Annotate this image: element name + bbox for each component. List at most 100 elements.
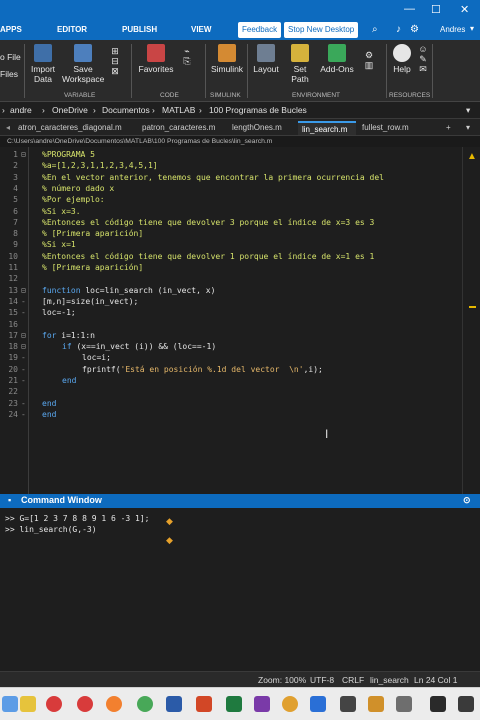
panel-options-icon[interactable]: ⊙ [463, 495, 471, 506]
app-icon[interactable] [430, 696, 446, 712]
user-menu[interactable]: Andres [440, 25, 465, 34]
chevron-down-icon[interactable]: ▾ [466, 105, 470, 116]
address-bar: › andre › OneDrive › Documentos › MATLAB… [0, 102, 480, 119]
command-window[interactable]: >> G=[1 2 3 7 8 8 9 1 6 -3 1]; >> lin_se… [0, 508, 480, 671]
excel-icon[interactable] [226, 696, 242, 712]
word-icon[interactable] [166, 696, 182, 712]
firefox-icon[interactable] [106, 696, 122, 712]
file-tab[interactable]: fullest_row.m [358, 121, 424, 135]
breakpoint-marker[interactable]: - [21, 365, 26, 374]
files-label: Files [0, 69, 18, 79]
fold-toggle-icon[interactable]: ⊟ [21, 286, 26, 295]
editor-scrollbar[interactable]: ▲ [462, 147, 480, 494]
breadcrumb-item[interactable]: OneDrive [52, 105, 88, 115]
search-icon[interactable]: ⌕ [372, 24, 378, 35]
chevron-down-icon[interactable]: ▾ [462, 121, 476, 135]
app-icon[interactable] [340, 696, 356, 712]
breakpoint-marker[interactable]: - [21, 297, 26, 306]
environment-options[interactable]: ⚙ ▥ [358, 50, 380, 70]
code-options[interactable]: ⌁ ⎘ [178, 46, 196, 66]
matlab-icon[interactable] [368, 696, 384, 712]
breakpoint-marker[interactable]: - [21, 410, 26, 419]
open-file-button[interactable]: o File [0, 52, 21, 62]
file-tab-active[interactable]: lin_search.m [298, 121, 356, 135]
file-explorer-icon[interactable] [20, 696, 36, 712]
file-tab[interactable]: patron_caracteres.m [138, 121, 226, 135]
opera-gx-icon[interactable] [77, 696, 93, 712]
help-button[interactable]: Help [390, 44, 414, 74]
divider [131, 44, 132, 98]
file-path: C:\Users\andre\OneDrive\Documentos\MATLA… [0, 136, 480, 147]
fold-toggle-icon[interactable]: ⊟ [21, 150, 26, 159]
powerpoint-icon[interactable] [196, 696, 212, 712]
matlab-window: APPS EDITOR PUBLISH VIEW Feedback Stop N… [0, 0, 480, 720]
save-workspace-button[interactable]: Save Workspace [62, 44, 104, 84]
editor-tabs: ◂ atron_caracteres_diagonal.m patron_car… [0, 119, 480, 136]
file-tab[interactable]: atron_caracteres_diagonal.m [14, 121, 136, 135]
resources-options[interactable]: ☺ ✎ ✉ [416, 44, 430, 74]
help-label: Help [393, 64, 411, 74]
new-tab-icon[interactable]: + [442, 121, 454, 135]
line-number: 4 [13, 183, 18, 193]
breakpoint-marker[interactable]: - [21, 308, 26, 317]
maximize-icon[interactable]: ☐ [431, 3, 441, 16]
minimize-icon[interactable]: — [404, 3, 415, 15]
tab-view[interactable]: VIEW [191, 25, 211, 34]
tab-apps[interactable]: APPS [0, 25, 22, 34]
messenger-icon[interactable] [310, 696, 326, 712]
close-icon[interactable]: ✕ [460, 3, 469, 16]
line-number: 17 [8, 330, 18, 340]
opera-icon[interactable] [46, 696, 62, 712]
windows-icon[interactable] [2, 696, 18, 712]
app-icon[interactable] [282, 696, 298, 712]
breadcrumb-item[interactable]: Documentos [102, 105, 150, 115]
feedback-button[interactable]: Feedback [238, 22, 282, 38]
breakpoint-marker[interactable]: - [21, 399, 26, 408]
chevron-down-icon[interactable]: ▾ [470, 24, 474, 33]
command-window-title: Command Window [21, 495, 102, 505]
simulink-label: Simulink [210, 64, 244, 74]
panel-icon: ▪ [8, 495, 12, 505]
tab-scroll-left[interactable]: ◂ [2, 121, 14, 135]
help-circle-icon[interactable]: ⚙ [410, 24, 419, 35]
tab-editor[interactable]: EDITOR [57, 25, 87, 34]
import-data-button[interactable]: Import Data [28, 44, 58, 84]
add-ons-button[interactable]: Add-Ons [320, 44, 354, 74]
breadcrumb-item[interactable]: 100 Programas de Bucles [209, 105, 307, 115]
line-number: 3 [13, 172, 18, 182]
favorites-button[interactable]: Favorites [137, 44, 175, 74]
simulink-button[interactable]: Simulink [209, 44, 245, 74]
cursor-position: Ln 24 Col 1 [414, 675, 458, 685]
breakpoint-marker[interactable]: - [21, 353, 26, 362]
fold-toggle-icon[interactable]: ⊟ [21, 331, 26, 340]
status-bar: Zoom: 100% UTF-8 CRLF lin_search Ln 24 C… [0, 671, 480, 687]
encoding: UTF-8 [310, 675, 335, 685]
tab-publish[interactable]: PUBLISH [122, 25, 157, 34]
breadcrumb-item[interactable]: MATLAB [162, 105, 195, 115]
line-number: 2 [13, 161, 18, 171]
warning-marker[interactable] [469, 306, 476, 308]
group-environment: ENVIRONMENT [292, 92, 341, 99]
compare-files-button[interactable]: Files [0, 69, 18, 79]
layout-button[interactable]: Layout [251, 44, 281, 74]
breadcrumb-item[interactable]: andre [10, 105, 32, 115]
file-tab[interactable]: lengthOnes.m [228, 121, 296, 135]
variable-options[interactable]: ⊞ ⊟ ⊠ [108, 46, 122, 76]
breakpoint-marker[interactable]: - [21, 376, 26, 385]
code-line: [m,n]=size(in_vect); [42, 296, 139, 306]
app-icon[interactable] [458, 696, 474, 712]
zoom-level[interactable]: Zoom: 100% [258, 675, 306, 685]
fold-toggle-icon[interactable]: ⊟ [21, 342, 26, 351]
chrome-icon[interactable] [137, 696, 153, 712]
bell-icon[interactable]: ♪ [396, 24, 401, 35]
workspace-label: Workspace [62, 74, 105, 84]
path-separator: › [93, 105, 96, 115]
stop-new-desktop-button[interactable]: Stop New Desktop [284, 22, 359, 38]
path-separator: › [199, 105, 202, 115]
set-path-button[interactable]: Set Path [284, 44, 316, 84]
add-ons-label: Add-Ons [320, 64, 354, 74]
onenote-icon[interactable] [254, 696, 270, 712]
app-icon[interactable] [396, 696, 412, 712]
warning-icon[interactable]: ▲ [467, 151, 477, 162]
code-line: % [Primera aparición] [42, 263, 144, 272]
